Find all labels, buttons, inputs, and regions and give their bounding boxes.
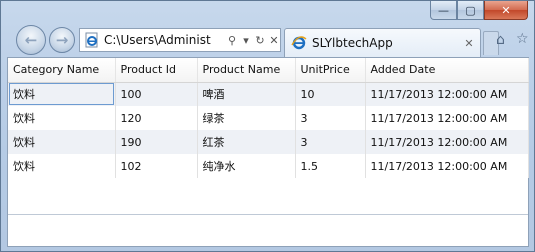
search-icon[interactable]: ⚲ xyxy=(226,34,238,47)
cell-product-name[interactable]: 红茶 xyxy=(197,130,296,154)
cell-unit-price[interactable]: 1.5 xyxy=(295,154,366,178)
back-arrow-icon: ← xyxy=(24,31,38,49)
column-header-added-date[interactable]: Added Date xyxy=(365,58,529,83)
cell-product-id[interactable]: 102 xyxy=(115,154,198,178)
browser-window: — ▢ ✕ ← → C:\Users\Administ ⚲ ▾ ↻ ✕ SLYl… xyxy=(0,0,535,252)
cell-product-name[interactable]: 啤酒 xyxy=(197,82,296,106)
cell-unit-price[interactable]: 3 xyxy=(295,106,366,130)
page-content: Category Name Product Id Product Name Un… xyxy=(7,57,529,247)
cell-added-date[interactable]: 11/17/2013 12:00:00 AM xyxy=(365,154,529,178)
table-row[interactable]: 饮料 190 红茶 3 11/17/2013 12:00:00 AM xyxy=(8,130,529,154)
cell-product-id[interactable]: 190 xyxy=(115,130,198,154)
cell-unit-price[interactable]: 10 xyxy=(295,82,366,106)
back-button[interactable]: ← xyxy=(16,25,46,55)
cell-product-id[interactable]: 120 xyxy=(115,106,198,130)
home-icon[interactable]: ⌂ xyxy=(496,32,505,48)
window-controls: — ▢ ✕ xyxy=(430,1,528,21)
table-row[interactable]: 饮料 100 啤酒 10 11/17/2013 12:00:00 AM xyxy=(8,82,529,106)
cell-product-id[interactable]: 100 xyxy=(115,82,198,106)
tab-slylbtechapp[interactable]: SLYlbtechApp ✕ xyxy=(284,28,481,57)
cell-added-date[interactable]: 11/17/2013 12:00:00 AM xyxy=(365,130,529,154)
grid-bottom-divider xyxy=(8,214,528,215)
forward-button[interactable]: → xyxy=(49,27,75,53)
column-header-product-id[interactable]: Product Id xyxy=(115,58,198,83)
refresh-icon[interactable]: ↻ xyxy=(254,34,266,47)
address-url[interactable]: C:\Users\Administ xyxy=(104,33,224,47)
cell-product-name[interactable]: 绿茶 xyxy=(197,106,296,130)
cell-category-name[interactable]: 饮料 xyxy=(8,82,116,106)
cell-category-name[interactable]: 饮料 xyxy=(8,130,116,154)
column-header-category-name[interactable]: Category Name xyxy=(8,58,116,83)
favorites-icon[interactable]: ☆ xyxy=(516,31,529,47)
forward-arrow-icon: → xyxy=(55,31,69,49)
table-row[interactable]: 饮料 102 纯净水 1.5 11/17/2013 12:00:00 AM xyxy=(8,154,529,178)
cell-category-name[interactable]: 饮料 xyxy=(8,106,116,130)
cell-product-name[interactable]: 纯净水 xyxy=(197,154,296,178)
cell-category-name[interactable]: 饮料 xyxy=(8,154,116,178)
navigation-bar: ← → C:\Users\Administ ⚲ ▾ ↻ ✕ SLYlbtechA… xyxy=(1,23,534,57)
column-header-product-name[interactable]: Product Name xyxy=(197,58,296,83)
ie-page-icon xyxy=(85,32,98,48)
ie-tab-icon xyxy=(291,36,307,50)
cell-added-date[interactable]: 11/17/2013 12:00:00 AM xyxy=(365,82,529,106)
product-grid: Category Name Product Id Product Name Un… xyxy=(8,58,529,178)
maximize-button[interactable]: ▢ xyxy=(457,1,484,20)
tab-title: SLYlbtechApp xyxy=(312,36,393,50)
dropdown-icon[interactable]: ▾ xyxy=(240,34,252,47)
address-bar[interactable]: C:\Users\Administ ⚲ ▾ ↻ ✕ xyxy=(79,28,281,52)
grid-header-row: Category Name Product Id Product Name Un… xyxy=(8,58,529,83)
close-button[interactable]: ✕ xyxy=(484,1,528,20)
stop-icon[interactable]: ✕ xyxy=(268,34,280,47)
minimize-button[interactable]: — xyxy=(430,1,457,20)
table-row[interactable]: 饮料 120 绿茶 3 11/17/2013 12:00:00 AM xyxy=(8,106,529,130)
column-header-unit-price[interactable]: UnitPrice xyxy=(295,58,366,83)
cell-added-date[interactable]: 11/17/2013 12:00:00 AM xyxy=(365,106,529,130)
cell-unit-price[interactable]: 3 xyxy=(295,130,366,154)
tab-close-icon[interactable]: ✕ xyxy=(462,37,476,50)
